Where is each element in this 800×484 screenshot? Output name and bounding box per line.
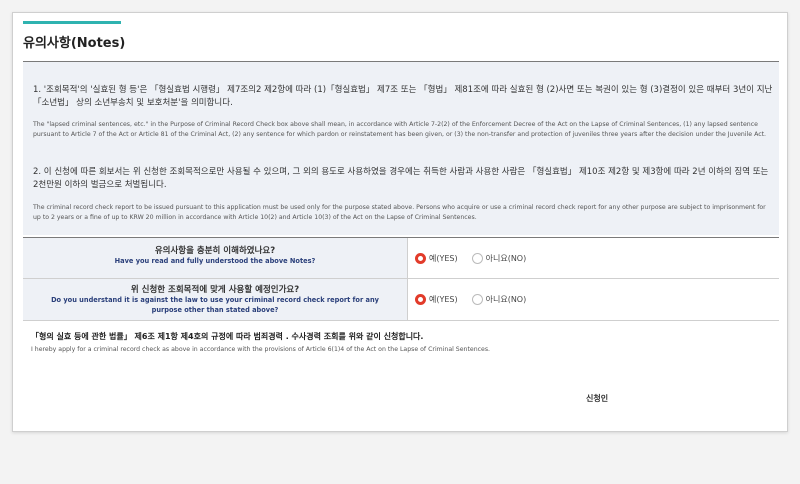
q1-yes-option[interactable]: 예(YES) [415,252,458,264]
answer-cell: 예(YES) 아니요(NO) [415,279,775,320]
title-accent-bar [23,21,121,24]
question-1-english: Have you read and fully understood the a… [114,257,316,265]
q2-yes-option[interactable]: 예(YES) [415,294,458,305]
question-row-1: 유의사항을 충분히 이해하였나요? Have you read and full… [23,238,779,279]
confirmation-table: 유의사항을 충분히 이해하였나요? Have you read and full… [23,237,779,321]
question-row-2: 위 신청한 조회목적에 맞게 사용할 예정인가요? Do you underst… [23,279,779,320]
page-title: 유의사항(Notes) [23,36,126,51]
q1-no-option[interactable]: 아니요(NO) [471,252,527,264]
notes-box: 1. '조회목적'의 '실효된 형 등'은 「형실효법 시행령」 제7조의2 제… [23,62,779,235]
declaration-korean: 「형의 실효 등에 관한 법률」 제6조 제1항 제4호의 규정에 따라 범죄경… [31,332,424,341]
q2-no-option[interactable]: 아니요(NO) [471,294,527,305]
note-1-korean: 1. '조회목적'의 '실효된 형 등'은 「형실효법 시행령」 제7조의2 제… [33,85,773,108]
q1-yes-radio[interactable] [415,252,426,264]
q2-yes-label: 예(YES) [429,295,458,304]
question-1-korean: 유의사항을 충분히 이해하였나요? [154,246,276,256]
note-2-english: The criminal record check report to be i… [33,204,766,221]
q1-no-label: 아니요(NO) [485,253,527,263]
declaration-english: I hereby apply for a criminal record che… [31,346,491,353]
question-cell: 위 신청한 조회목적에 맞게 사용할 예정인가요? Do you underst… [23,279,408,320]
q1-no-radio[interactable] [471,252,483,264]
q2-no-radio[interactable] [471,294,483,305]
note-1-english: The "lapsed criminal sentences, etc." in… [33,121,766,138]
q2-yes-radio[interactable] [415,294,426,305]
section-header: 유의사항(Notes) [23,21,779,62]
form-panel: 유의사항(Notes) 1. '조회목적'의 '실효된 형 등'은 「형실효법 … [12,12,788,432]
q2-no-label: 아니요(NO) [485,295,527,304]
q1-yes-label: 예(YES) [429,253,458,263]
question-cell: 유의사항을 충분히 이해하였나요? Have you read and full… [23,238,408,278]
question-2-korean: 위 신청한 조회목적에 맞게 사용할 예정인가요? [130,285,300,295]
question-2-english: Do you understand it is against the law … [51,296,379,314]
applicant-label: 신청인 [586,394,609,403]
note-2-korean: 2. 이 신청에 따른 회보서는 위 신청한 조회목적으로만 사용될 수 있으며… [33,167,769,190]
answer-cell: 예(YES) 아니요(NO) [415,238,775,278]
